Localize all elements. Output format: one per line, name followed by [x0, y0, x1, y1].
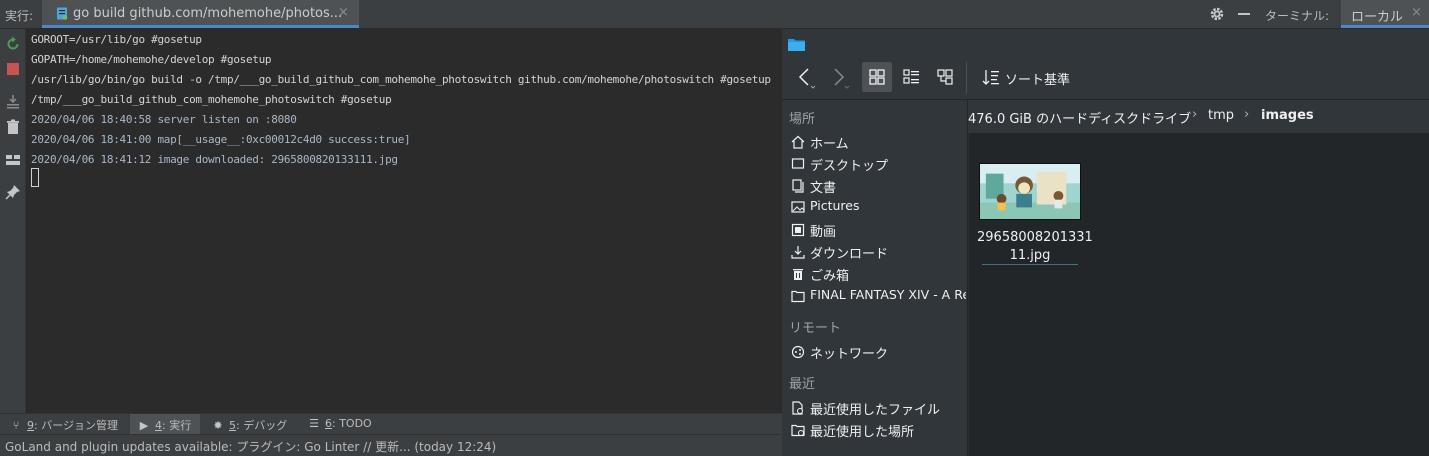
gear-icon[interactable]: [1208, 5, 1226, 23]
chevron-right-icon: ›: [1192, 107, 1198, 122]
text-cursor: [31, 168, 39, 187]
place-trash[interactable]: ごみ箱: [791, 264, 966, 284]
console-line: GOROOT=/usr/lib/go #gosetup: [31, 33, 202, 46]
minimize-icon[interactable]: [1238, 13, 1250, 15]
file-manager-toolbar: ソート基準: [782, 56, 1429, 100]
place-home[interactable]: ホーム: [791, 132, 966, 152]
recent-files-icon: [792, 401, 803, 415]
place-final-fantasy[interactable]: FINAL FANTASY XIV - A Re: [791, 286, 966, 306]
compact-view-icon[interactable]: [896, 62, 926, 92]
play-icon: ▶: [139, 419, 149, 432]
desktop-icon: [791, 158, 805, 169]
breadcrumb-images[interactable]: images: [1261, 108, 1314, 123]
bug-icon: ✸: [213, 419, 223, 432]
place-downloads[interactable]: ダウンロード: [791, 242, 966, 262]
file-manager-window: ソート基準 場所 ホーム デスクトップ 文書 Pictures 動画 ダウンロー…: [782, 29, 1429, 456]
console-line: GOPATH=/home/mohemohe/develop #gosetup: [31, 53, 272, 66]
tree-view-icon[interactable]: [930, 62, 960, 92]
go-file-icon: [57, 7, 68, 20]
terminal-tab-title: ローカル: [1351, 10, 1404, 25]
list-icon: ☰: [309, 417, 319, 430]
video-icon: [791, 223, 805, 237]
sort-button-label[interactable]: ソート基準: [1005, 69, 1070, 88]
section-remote: リモート: [789, 321, 842, 336]
places-panel: 場所 ホーム デスクトップ 文書 Pictures 動画 ダウンロード ごみ箱: [782, 100, 968, 456]
section-places: 場所: [789, 112, 816, 127]
trash-icon[interactable]: [5, 119, 21, 135]
console-line: /tmp/___go_build_github_com_mohemohe_pho…: [31, 93, 392, 106]
file-view[interactable]: 29658008201331 11.jpg: [969, 133, 1429, 456]
place-videos[interactable]: 動画: [791, 220, 966, 240]
status-message[interactable]: GoLand and plugin updates available: プラグ…: [5, 438, 496, 455]
rerun-icon[interactable]: [5, 36, 21, 52]
console-line: 2020/04/06 18:40:58 server listen on :80…: [31, 113, 297, 126]
stop-icon[interactable]: [5, 61, 21, 77]
run-label: 実行:: [5, 9, 34, 23]
section-recent: 最近: [789, 377, 816, 392]
breadcrumb-tmp[interactable]: tmp: [1208, 108, 1234, 123]
recent-locations-icon: [791, 424, 805, 437]
pictures-icon: [791, 201, 805, 213]
documents-icon: [792, 179, 804, 193]
tool-window-bar: ⑂ 9: バージョン管理 ▶ 4: 実行 ✸ 5: デバッグ ☰ 6: TODO: [0, 413, 782, 435]
file-name: 29658008201331 11.jpg: [977, 230, 1093, 263]
branch-icon: ⑂: [12, 419, 20, 432]
console-line: 2020/04/06 18:41:12 image downloaded: 29…: [31, 153, 398, 166]
tab-todo[interactable]: ☰ 6: TODO: [303, 414, 383, 435]
image-thumbnail: [979, 163, 1081, 220]
terminal-tab-local[interactable]: ローカル ×: [1341, 0, 1429, 28]
tab-version-control[interactable]: ⑂ 9: バージョン管理: [6, 414, 126, 435]
home-icon: [791, 135, 805, 149]
breadcrumb-drive[interactable]: 476.0 GiB のハードディスクドライブ: [968, 108, 1191, 127]
run-tool-strip: [0, 29, 26, 413]
place-documents[interactable]: 文書: [791, 176, 966, 196]
scroll-to-end-icon[interactable]: [5, 93, 21, 109]
icon-view-icon[interactable]: [862, 62, 892, 92]
tab-debug[interactable]: ✸ 5: デバッグ: [206, 414, 296, 435]
breadcrumb: 476.0 GiB のハードディスクドライブ › tmp › images: [968, 100, 1429, 133]
back-icon[interactable]: [790, 62, 820, 92]
layout-icon[interactable]: [5, 152, 21, 168]
window-titlebar[interactable]: [782, 29, 1429, 56]
selection-underline: [982, 264, 1078, 265]
close-icon[interactable]: ×: [338, 5, 349, 20]
place-network[interactable]: ネットワーク: [791, 342, 966, 362]
run-tab-title: go build github.com/mohemohe/photos...: [73, 6, 343, 21]
toolbar-separator: [966, 62, 967, 94]
trash-icon: [793, 269, 803, 280]
run-console[interactable]: GOROOT=/usr/lib/go #gosetup GOPATH=/home…: [27, 29, 782, 413]
place-recent-locations[interactable]: 最近使用した場所: [791, 420, 966, 440]
folder-icon: [791, 290, 805, 303]
sort-icon[interactable]: [976, 62, 1006, 92]
place-recent-files[interactable]: 最近使用したファイル: [791, 398, 966, 418]
close-icon[interactable]: ×: [1411, 5, 1422, 20]
file-item[interactable]: 29658008201331 11.jpg: [977, 163, 1093, 265]
folder-icon: [788, 39, 805, 51]
tab-run[interactable]: ▶ 4: 実行: [130, 414, 200, 435]
chevron-right-icon: ›: [1244, 107, 1250, 122]
console-line: /usr/lib/go/bin/go build -o /tmp/___go_b…: [31, 73, 771, 86]
forward-icon[interactable]: [824, 62, 854, 92]
pin-icon[interactable]: [5, 184, 21, 200]
run-toolwindow-header: 実行: go build github.com/mohemohe/photos.…: [0, 0, 1429, 29]
status-bar: GoLand and plugin updates available: プラグ…: [0, 434, 782, 456]
place-pictures[interactable]: Pictures: [791, 197, 966, 217]
terminal-label: ターミナル:: [1265, 9, 1330, 23]
run-tab[interactable]: go build github.com/mohemohe/photos... ×: [42, 0, 359, 28]
network-icon: [791, 345, 805, 359]
place-desktop[interactable]: デスクトップ: [791, 154, 966, 174]
console-line: 2020/04/06 18:41:00 map[__usage__:0xc000…: [31, 133, 411, 146]
download-icon: [791, 246, 805, 259]
